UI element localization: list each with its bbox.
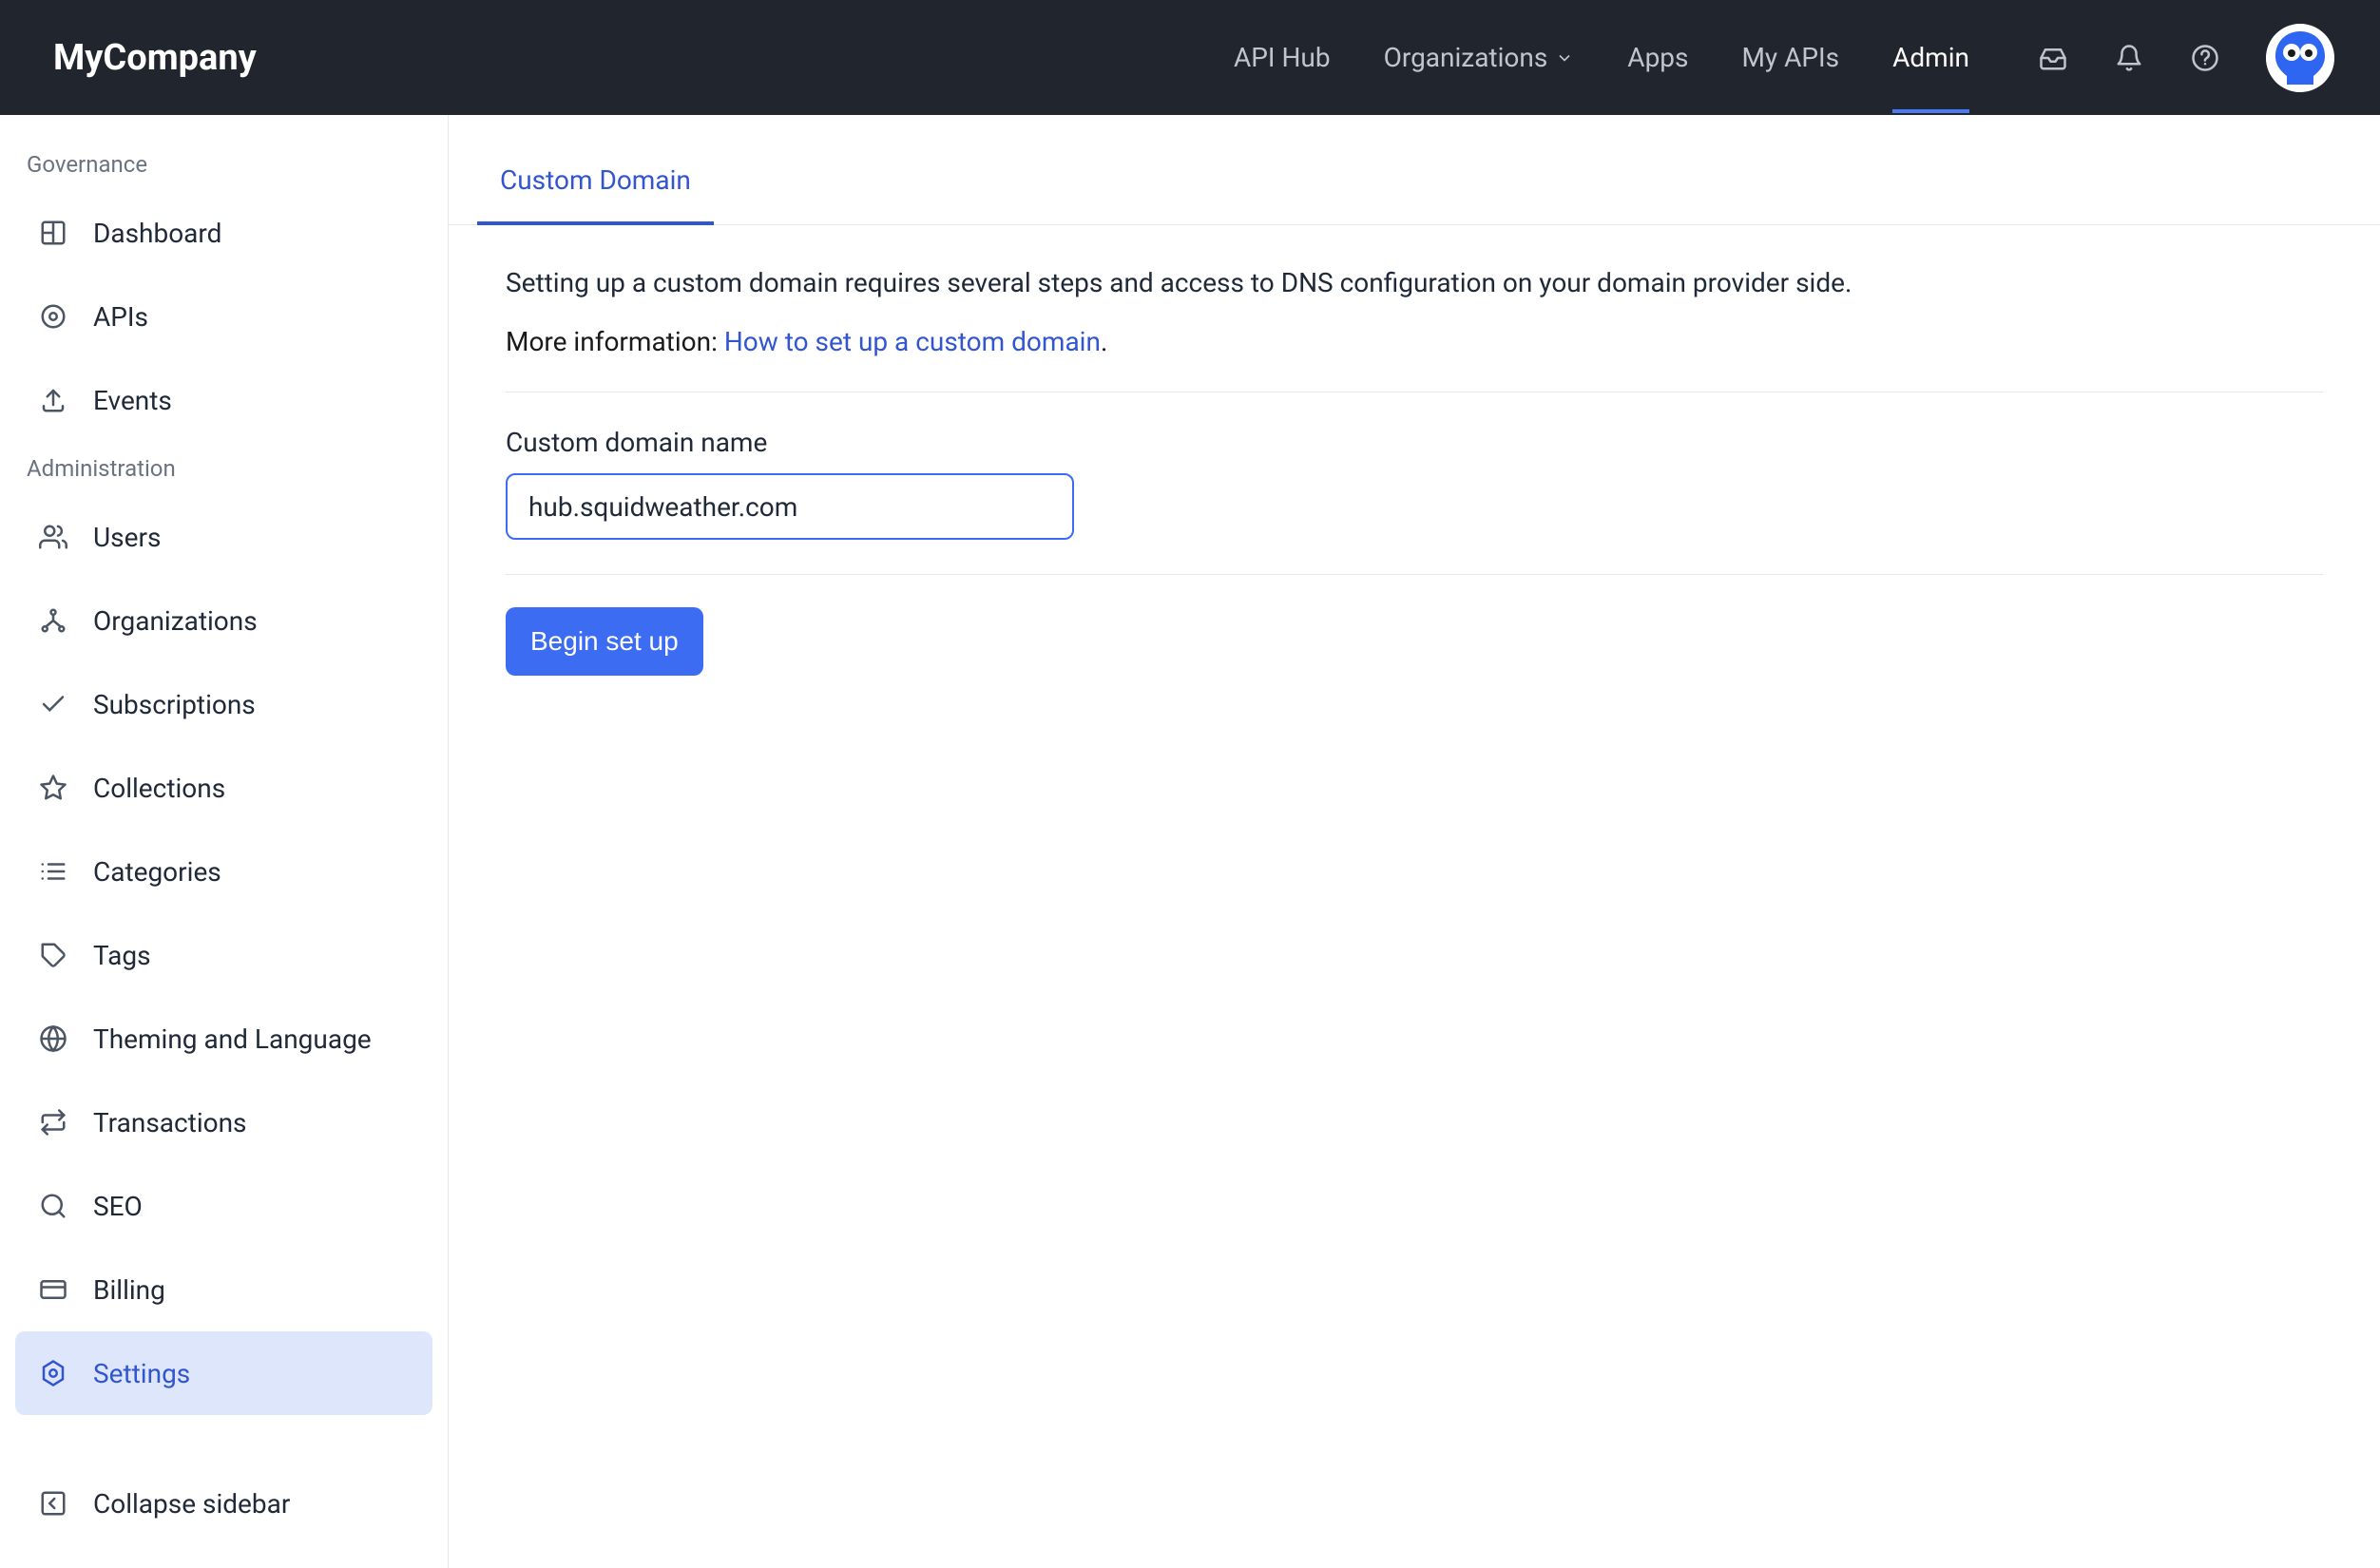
- nav-my-apis[interactable]: My APIs: [1741, 42, 1839, 73]
- sync-icon: [38, 1107, 68, 1138]
- search-icon: [38, 1191, 68, 1221]
- sidebar-item-organizations[interactable]: Organizations: [15, 579, 432, 662]
- sidebar-item-label: Users: [93, 522, 161, 553]
- help-icon[interactable]: [2190, 43, 2220, 73]
- nav-apps[interactable]: Apps: [1627, 42, 1688, 73]
- sidebar-item-label: Categories: [93, 856, 221, 888]
- check-icon: [38, 689, 68, 719]
- sidebar-item-label: Theming and Language: [93, 1023, 372, 1055]
- tab-custom-domain[interactable]: Custom Domain: [500, 138, 691, 224]
- sidebar-item-label: Organizations: [93, 605, 258, 637]
- sidebar-item-label: Dashboard: [93, 218, 221, 249]
- brand-logo[interactable]: MyCompany: [53, 37, 257, 79]
- more-info-prefix: More information:: [506, 326, 724, 357]
- sidebar-item-theming[interactable]: Theming and Language: [15, 997, 432, 1080]
- sidebar-collapse[interactable]: Collapse sidebar: [15, 1462, 432, 1545]
- sidebar-item-label: Tags: [93, 940, 151, 971]
- sidebar-item-categories[interactable]: Categories: [15, 830, 432, 913]
- api-icon: [38, 301, 68, 332]
- more-info-link[interactable]: How to set up a custom domain: [724, 326, 1101, 357]
- inbox-icon[interactable]: [2038, 43, 2068, 73]
- intro-text: Setting up a custom domain requires seve…: [506, 263, 2323, 326]
- star-icon: [38, 773, 68, 803]
- sidebar: Governance Dashboard APIs Events Adminis…: [0, 115, 449, 1568]
- bell-icon[interactable]: [2114, 43, 2144, 73]
- users-icon: [38, 522, 68, 552]
- chevron-down-icon: [1555, 48, 1574, 67]
- nav-organizations-label: Organizations: [1384, 42, 1548, 73]
- collapse-icon: [38, 1488, 68, 1519]
- sidebar-section-administration: Administration: [15, 442, 432, 495]
- sidebar-item-seo[interactable]: SEO: [15, 1164, 432, 1248]
- sidebar-section-governance: Governance: [15, 138, 432, 191]
- sidebar-item-label: Settings: [93, 1358, 190, 1389]
- upload-icon: [38, 385, 68, 415]
- sidebar-item-events[interactable]: Events: [15, 358, 432, 442]
- tag-icon: [38, 940, 68, 970]
- top-icon-group: [2038, 24, 2334, 92]
- more-info-text: More information: How to set up a custom…: [506, 326, 2323, 392]
- settings-icon: [38, 1358, 68, 1388]
- nav-organizations[interactable]: Organizations: [1384, 42, 1575, 73]
- sidebar-item-label: Transactions: [93, 1107, 247, 1138]
- top-nav: API Hub Organizations Apps My APIs Admin: [1234, 42, 1969, 73]
- dashboard-icon: [38, 218, 68, 248]
- sidebar-item-label: Subscriptions: [93, 689, 256, 720]
- sidebar-item-label: Billing: [93, 1274, 165, 1306]
- sidebar-item-label: SEO: [93, 1191, 143, 1222]
- custom-domain-input[interactable]: [506, 473, 1074, 540]
- tab-bar: Custom Domain: [449, 138, 2380, 225]
- more-info-suffix: .: [1101, 326, 1107, 357]
- sidebar-item-dashboard[interactable]: Dashboard: [15, 191, 432, 275]
- sidebar-item-tags[interactable]: Tags: [15, 913, 432, 997]
- top-header: MyCompany API Hub Organizations Apps My …: [0, 0, 2380, 115]
- orgtree-icon: [38, 605, 68, 636]
- sidebar-item-subscriptions[interactable]: Subscriptions: [15, 662, 432, 746]
- domain-field-label: Custom domain name: [506, 427, 2323, 458]
- globe-icon: [38, 1023, 68, 1054]
- nav-api-hub[interactable]: API Hub: [1234, 42, 1331, 73]
- avatar[interactable]: [2266, 24, 2334, 92]
- sidebar-item-label: Collections: [93, 773, 225, 804]
- main-content: Custom Domain Setting up a custom domain…: [449, 115, 2380, 1568]
- sidebar-item-transactions[interactable]: Transactions: [15, 1080, 432, 1164]
- sidebar-item-collections[interactable]: Collections: [15, 746, 432, 830]
- sidebar-item-label: Collapse sidebar: [93, 1488, 290, 1520]
- sidebar-item-apis[interactable]: APIs: [15, 275, 432, 358]
- nav-admin[interactable]: Admin: [1892, 42, 1969, 73]
- list-icon: [38, 856, 68, 887]
- sidebar-item-label: Events: [93, 385, 172, 416]
- sidebar-item-billing[interactable]: Billing: [15, 1248, 432, 1331]
- begin-setup-button[interactable]: Begin set up: [506, 607, 703, 676]
- sidebar-item-label: APIs: [93, 301, 148, 333]
- sidebar-item-users[interactable]: Users: [15, 495, 432, 579]
- credit-card-icon: [38, 1274, 68, 1305]
- sidebar-item-settings[interactable]: Settings: [15, 1331, 432, 1415]
